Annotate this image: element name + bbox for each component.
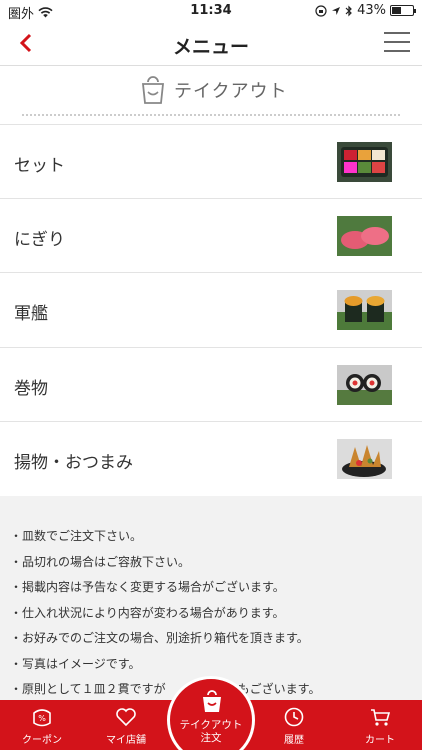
- menu-item-label: 軍艦: [14, 304, 48, 324]
- note-item: ・掲載内容は予告なく変更する場合がございます。: [10, 580, 285, 594]
- coupon-icon: %: [33, 709, 51, 727]
- tab-coupon[interactable]: % クーポン: [0, 700, 84, 750]
- location-icon: [332, 6, 341, 15]
- clock-icon: [284, 707, 304, 727]
- menu-item-fried-snack[interactable]: 揚物・おつまみ: [0, 422, 422, 497]
- bluetooth-icon: [345, 5, 352, 16]
- note-item: ・皿数でご注文下さい。: [10, 529, 143, 543]
- battery-percent: 43%: [357, 3, 386, 18]
- takeout-bag-icon: [142, 76, 164, 104]
- tab-my-store[interactable]: マイ店舗: [84, 700, 168, 750]
- makimono-thumbnail: [337, 364, 392, 405]
- menu-item-makimono[interactable]: 巻物: [0, 348, 422, 422]
- tab-label: カート: [365, 735, 395, 746]
- nigiri-thumbnail: [337, 215, 392, 256]
- tab-cart[interactable]: カート: [338, 700, 422, 750]
- section-label: テイクアウト: [174, 81, 288, 102]
- menu-item-label: 巻物: [14, 378, 48, 399]
- orientation-lock-icon: [315, 4, 327, 17]
- set-platter-thumbnail: [337, 142, 392, 182]
- nav-bar: メニュー: [0, 22, 422, 66]
- gunkan-thumbnail: [337, 290, 392, 330]
- section-header: テイクアウト: [0, 67, 422, 119]
- note-item: ・品切れの場合はご容赦下さい。: [10, 554, 191, 569]
- tab-label: マイ店舗: [106, 735, 146, 746]
- notes-panel: ・皿数でご注文下さい。 ・品切れの場合はご容赦下さい。 ・掲載内容は予告なく変更…: [0, 496, 422, 700]
- takeout-bag-icon: [203, 690, 221, 712]
- status-bar: 圏外 11:34 43%: [0, 0, 422, 22]
- dotted-divider: [22, 114, 400, 116]
- note-item: ・仕入れ状況により内容が変わる場合があります。: [10, 605, 285, 620]
- heart-icon: [116, 708, 136, 727]
- menu-item-label: にぎり: [14, 229, 65, 250]
- menu-item-label: セット: [14, 156, 65, 176]
- note-item: ・写真はイメージです。: [10, 656, 141, 671]
- tab-label: テイクアウト 注文: [179, 719, 243, 744]
- page-title: メニュー: [172, 36, 249, 58]
- note-item: ・お好みでのご注文の場合、別途折り箱代を頂きます。: [10, 631, 309, 645]
- cart-icon: [371, 709, 391, 726]
- menu-item-set[interactable]: セット: [0, 124, 422, 199]
- fried-snack-thumbnail: [337, 439, 392, 479]
- menu-list: セット にぎり 軍艦 巻物 揚物・おつまみ: [0, 124, 422, 497]
- tab-history[interactable]: 履歴: [252, 700, 336, 750]
- tab-label: 履歴: [284, 735, 304, 746]
- hamburger-menu-icon[interactable]: [384, 32, 410, 54]
- svg-text:%: %: [38, 714, 46, 723]
- battery-icon: [390, 5, 416, 16]
- tab-label: クーポン: [22, 735, 62, 746]
- menu-item-label: 揚物・おつまみ: [14, 453, 133, 473]
- menu-item-gunkan[interactable]: 軍艦: [0, 273, 422, 348]
- menu-item-nigiri[interactable]: にぎり: [0, 199, 422, 273]
